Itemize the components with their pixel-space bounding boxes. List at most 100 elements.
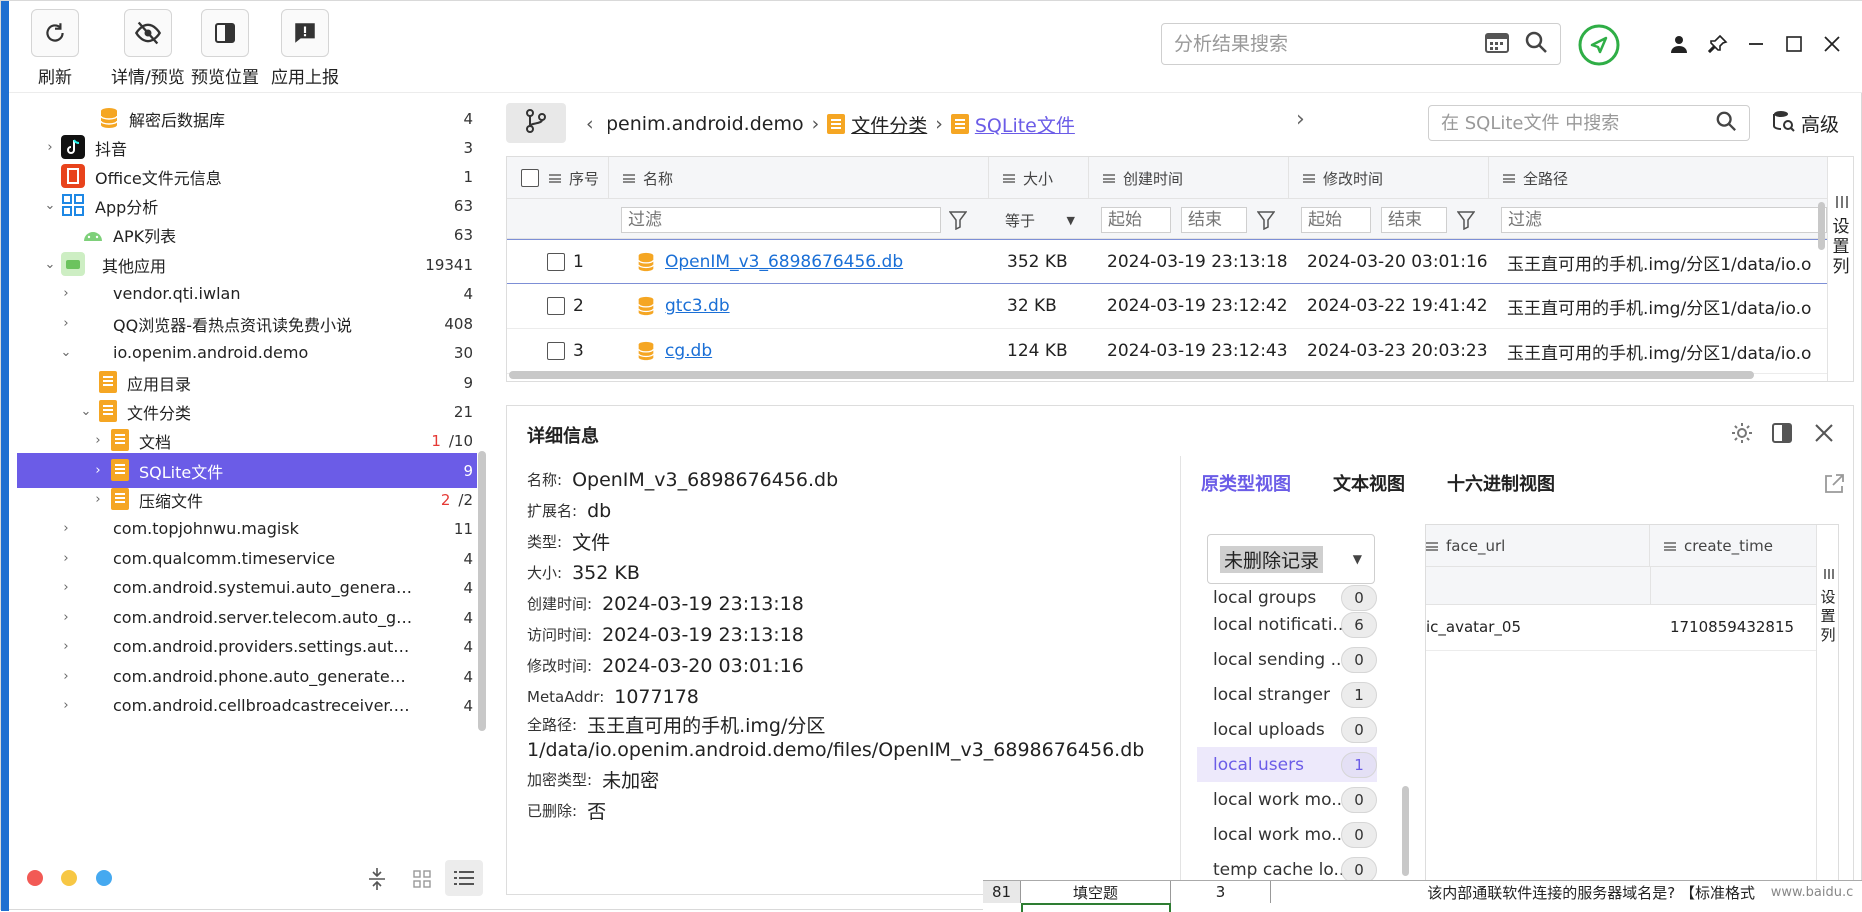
breadcrumb-package[interactable]: io.openim.android.demo	[608, 113, 804, 135]
close-icon[interactable]	[1811, 420, 1837, 446]
table-list-item[interactable]: local sending ... 0	[1197, 642, 1377, 677]
global-search-input[interactable]	[1174, 33, 1484, 55]
chevron-right-icon[interactable]: ›	[59, 316, 73, 331]
col-header-face-url[interactable]: face_url	[1426, 525, 1650, 567]
chevron-right-icon[interactable]: ›	[91, 463, 105, 478]
file-name-link[interactable]: OpenIM_v3_6898676456.db	[665, 252, 903, 272]
shield-status-icon[interactable]	[1577, 23, 1621, 67]
breadcrumb-category[interactable]: 文件分类	[851, 111, 927, 138]
chevron-right-icon[interactable]: ›	[43, 140, 57, 155]
row-checkbox[interactable]	[547, 253, 565, 271]
external-link-icon[interactable]	[1822, 472, 1846, 500]
modified-start-input[interactable]	[1301, 207, 1371, 233]
table-horizontal-scrollbar[interactable]	[509, 371, 1754, 379]
chevron-right-icon[interactable]: ›	[59, 639, 73, 654]
detail-preview-button[interactable]: 详情/预览	[111, 9, 185, 88]
collapse-all-icon[interactable]	[367, 866, 387, 896]
search-icon[interactable]	[1715, 110, 1737, 136]
col-header-name[interactable]: 名称	[609, 157, 989, 199]
select-all-checkbox[interactable]	[521, 169, 539, 187]
red-dot-icon[interactable]	[27, 870, 43, 886]
chevron-down-icon[interactable]: ⌄	[43, 257, 57, 272]
table-vertical-scrollbar[interactable]	[1818, 202, 1825, 250]
tree-scrollbar[interactable]	[478, 451, 486, 731]
tab-hex-view[interactable]: 十六进制视图	[1447, 470, 1555, 496]
table-list-item[interactable]: local stranger 1	[1197, 677, 1377, 712]
minimize-icon[interactable]	[1739, 27, 1773, 61]
size-operator-select[interactable]: 等于 ▼	[999, 207, 1081, 233]
local-search-box	[1428, 105, 1750, 141]
chevron-down-icon[interactable]: ⌄	[43, 198, 57, 213]
chevron-down-icon[interactable]: ⌄	[79, 404, 93, 419]
table-row[interactable]: 1 OpenIM_v3_6898676456.db 352 KB 2024-03…	[507, 239, 1827, 284]
table-list-item[interactable]: local work mo... 0	[1197, 782, 1377, 817]
chevron-right-icon[interactable]: ›	[59, 698, 73, 713]
column-settings-button[interactable]: 设置列	[1816, 525, 1840, 897]
record-row[interactable]: ic_avatar_05 1710859432815	[1426, 605, 1816, 651]
modified-end-input[interactable]	[1381, 207, 1447, 233]
file-name-link[interactable]: gtc3.db	[665, 296, 730, 316]
gear-icon[interactable]	[1729, 420, 1755, 446]
name-filter-input[interactable]	[621, 207, 941, 233]
table-list-item[interactable]: local uploads 0	[1197, 712, 1377, 747]
col-header-size[interactable]: 大小	[989, 157, 1089, 199]
chevron-right-icon[interactable]: ›	[59, 669, 73, 684]
file-name-link[interactable]: cg.db	[665, 341, 712, 361]
branch-button[interactable]	[506, 103, 566, 143]
path-filter-input[interactable]	[1501, 207, 1827, 233]
app-report-button[interactable]: 应用上报	[271, 9, 339, 88]
col-header-index[interactable]: 序号	[507, 157, 609, 199]
calendar-icon[interactable]	[1484, 30, 1510, 58]
local-search-input[interactable]	[1441, 112, 1715, 134]
col-header-path[interactable]: 全路径	[1489, 157, 1827, 199]
filter-icon[interactable]	[948, 210, 968, 231]
pin-icon[interactable]	[1701, 27, 1735, 61]
filter-icon[interactable]	[1456, 210, 1476, 231]
property-value: 2024-03-19 23:13:18	[602, 592, 804, 615]
chevron-down-icon[interactable]: ⌄	[59, 345, 73, 360]
col-header-create-time[interactable]: create_time	[1650, 525, 1816, 567]
filter-icon[interactable]	[1256, 210, 1276, 231]
table-list-item[interactable]: local work mo... 0	[1197, 817, 1377, 852]
chevron-right-icon[interactable]: ›	[1296, 107, 1305, 132]
record-filter-select[interactable]: 未删除记录 ▼	[1207, 534, 1375, 584]
table-list-scrollbar[interactable]	[1402, 786, 1409, 876]
property-value: 1077178	[614, 685, 699, 708]
advanced-search-button[interactable]: 高级	[1771, 109, 1839, 138]
chevron-right-icon[interactable]: ›	[59, 521, 73, 536]
row-checkbox[interactable]	[547, 297, 565, 315]
chevron-right-icon[interactable]: ›	[91, 433, 105, 448]
tab-text-view[interactable]: 文本视图	[1333, 470, 1405, 496]
tree-item[interactable]: › com.android.cellbroadcastreceiver.auto…	[17, 688, 477, 723]
chevron-left-icon[interactable]: ‹	[586, 113, 594, 135]
panel-right-icon[interactable]	[1769, 420, 1795, 446]
yellow-dot-icon[interactable]	[61, 870, 77, 886]
list-view-icon[interactable]	[445, 860, 483, 896]
user-icon[interactable]	[1662, 27, 1696, 61]
tiktok-icon	[61, 135, 85, 159]
row-checkbox[interactable]	[547, 342, 565, 360]
maximize-icon[interactable]	[1777, 27, 1811, 61]
close-icon[interactable]	[1815, 27, 1849, 61]
grid-view-icon[interactable]	[413, 870, 431, 892]
search-icon[interactable]	[1524, 30, 1548, 58]
chevron-right-icon[interactable]: ›	[59, 551, 73, 566]
created-start-input[interactable]	[1101, 207, 1171, 233]
chevron-right-icon[interactable]: ›	[59, 286, 73, 301]
table-list-item[interactable]: local notificati... 6	[1197, 607, 1377, 642]
table-row[interactable]: 3 cg.db 124 KB 2024-03-19 23:12:43 2024-…	[507, 329, 1827, 374]
chevron-right-icon[interactable]: ›	[91, 492, 105, 507]
column-settings-button[interactable]: 设置列	[1827, 157, 1853, 381]
blue-dot-icon[interactable]	[96, 870, 112, 886]
breadcrumb-current[interactable]: SQLite文件	[975, 111, 1075, 138]
col-header-created[interactable]: 创建时间	[1089, 157, 1289, 199]
col-header-modified[interactable]: 修改时间	[1289, 157, 1489, 199]
table-row[interactable]: 2 gtc3.db 32 KB 2024-03-19 23:12:42 2024…	[507, 284, 1827, 329]
chevron-right-icon[interactable]: ›	[59, 610, 73, 625]
created-end-input[interactable]	[1181, 207, 1247, 233]
chevron-right-icon[interactable]: ›	[59, 580, 73, 595]
tab-raw-view[interactable]: 原类型视图	[1201, 470, 1291, 496]
preview-position-button[interactable]: 预览位置	[191, 9, 259, 88]
table-list-item-selected[interactable]: local users 1	[1197, 747, 1377, 782]
refresh-button[interactable]: 刷新	[31, 9, 79, 88]
